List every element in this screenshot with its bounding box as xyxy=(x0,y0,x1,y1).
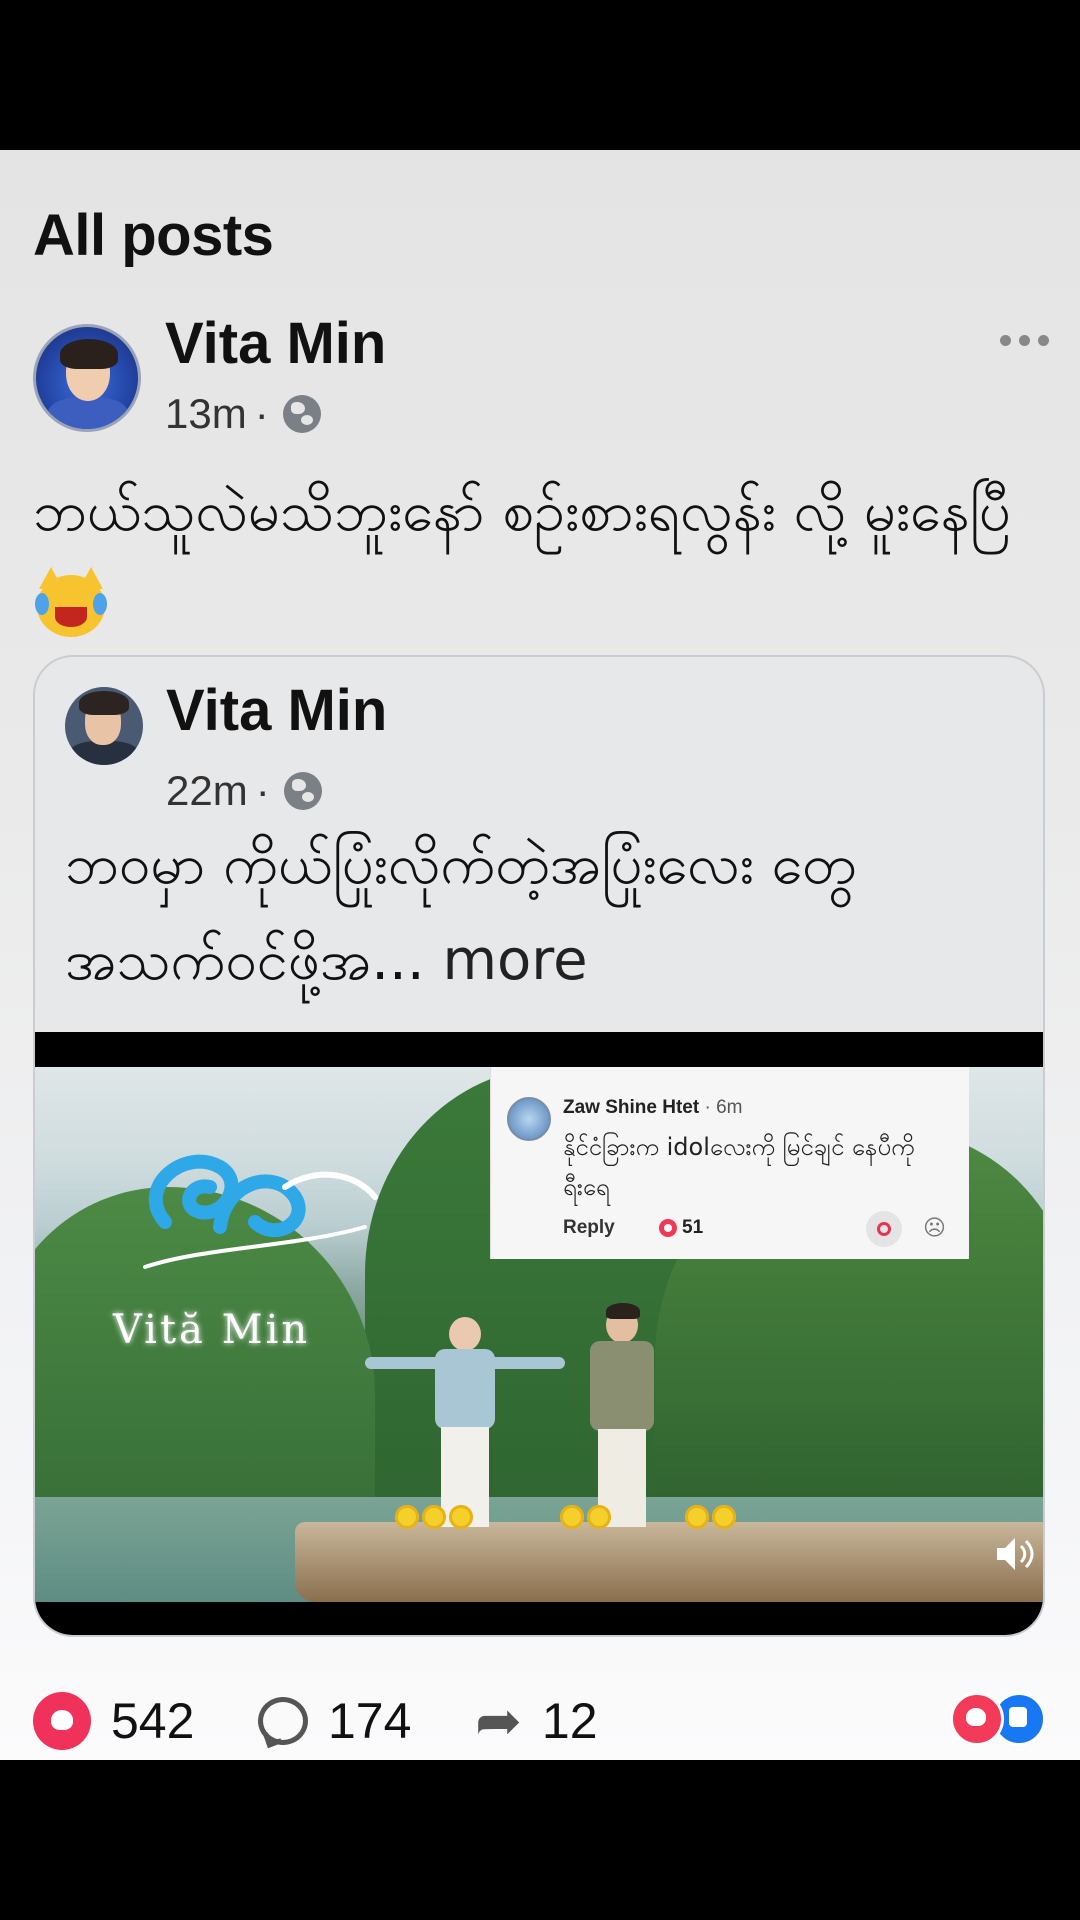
shared-post-text: ဘဝမှာ ကိုယ်ပြုံးလိုက်တဲ့အပြုံးလေး တွေ အသ… xyxy=(65,817,1015,1009)
like-count: 542 xyxy=(111,1693,195,1749)
channel-logo-text: Vită Min xyxy=(113,1307,311,1353)
video-player[interactable]: Vită Min Zaw Shine Htet · 6m နိုင်ငံခြား… xyxy=(35,1032,1043,1635)
post-actions-bar: 542 174 ➦ 12 xyxy=(0,1680,1080,1760)
post-meta: 13m · xyxy=(165,390,321,438)
crying-laughing-cat-icon xyxy=(33,566,109,639)
commenter-name: Zaw Shine Htet · 6m xyxy=(563,1097,743,1118)
globe-icon xyxy=(282,395,321,433)
share-icon: ➦ xyxy=(475,1689,522,1752)
post-time: 13m xyxy=(165,390,247,437)
globe-icon xyxy=(283,772,322,810)
meta-separator: · xyxy=(255,767,270,814)
heart-icon xyxy=(659,1219,677,1237)
share-count: 12 xyxy=(541,1693,598,1749)
comment-button[interactable]: 174 xyxy=(258,1692,411,1750)
commenter-avatar xyxy=(507,1097,551,1141)
status-bar-area xyxy=(0,0,1080,150)
comment-icon xyxy=(258,1697,308,1745)
like-button[interactable]: 542 xyxy=(33,1692,194,1750)
channel-logo xyxy=(143,1154,378,1269)
heart-icon xyxy=(33,1692,91,1750)
post-caption: ဘယ်သူလဲမသိဘူးနော် စဉ်းစားရလွန်း လို့ မူး… xyxy=(33,479,1011,544)
dislike-icon: ☹ xyxy=(923,1215,946,1240)
speaker-icon[interactable] xyxy=(993,1532,1037,1576)
comment-text: နိုင်ငံခြားက idolလေးကို မြင်ချင် နေပီကို… xyxy=(563,1133,915,1201)
shared-author-name[interactable]: Vita Min xyxy=(166,677,387,744)
feed-content: All posts Vita Min 13m · ဘယ်သူလဲမသိဘူးနေ… xyxy=(0,150,1080,1760)
section-title: All posts xyxy=(33,203,274,268)
shared-post-time: 22m xyxy=(166,767,248,814)
see-more-link[interactable]: more xyxy=(442,928,587,993)
comment-time: · 6m xyxy=(704,1097,743,1118)
shared-author-avatar[interactable] xyxy=(65,687,143,765)
shared-post-meta: 22m · xyxy=(166,767,322,815)
comment-count: 174 xyxy=(328,1693,412,1749)
author-name[interactable]: Vita Min xyxy=(165,310,386,377)
meta-separator: · xyxy=(254,390,269,437)
comment-overlay: Zaw Shine Htet · 6m နိုင်ငံခြားက idolလေး… xyxy=(490,1067,969,1259)
shared-post-card[interactable]: Vita Min 22m · ဘဝမှာ ကိုယ်ပြုံးလိုက်တဲ့အ… xyxy=(33,655,1045,1637)
reaction-icons[interactable] xyxy=(950,1692,1046,1746)
comment-heart-icon xyxy=(866,1211,902,1247)
post-text: ဘယ်သူလဲမသိဘူးနော် စဉ်းစားရလွန်း လို့ မူး… xyxy=(33,468,1043,644)
comment-reply-label: Reply xyxy=(563,1217,615,1238)
love-reaction-icon xyxy=(950,1692,1004,1746)
more-options-icon[interactable] xyxy=(1000,335,1049,346)
share-button[interactable]: ➦ 12 xyxy=(475,1692,598,1750)
comment-like-count: 51 xyxy=(659,1217,703,1239)
author-avatar[interactable] xyxy=(33,324,141,432)
navigation-bar-area xyxy=(0,1760,1080,1920)
